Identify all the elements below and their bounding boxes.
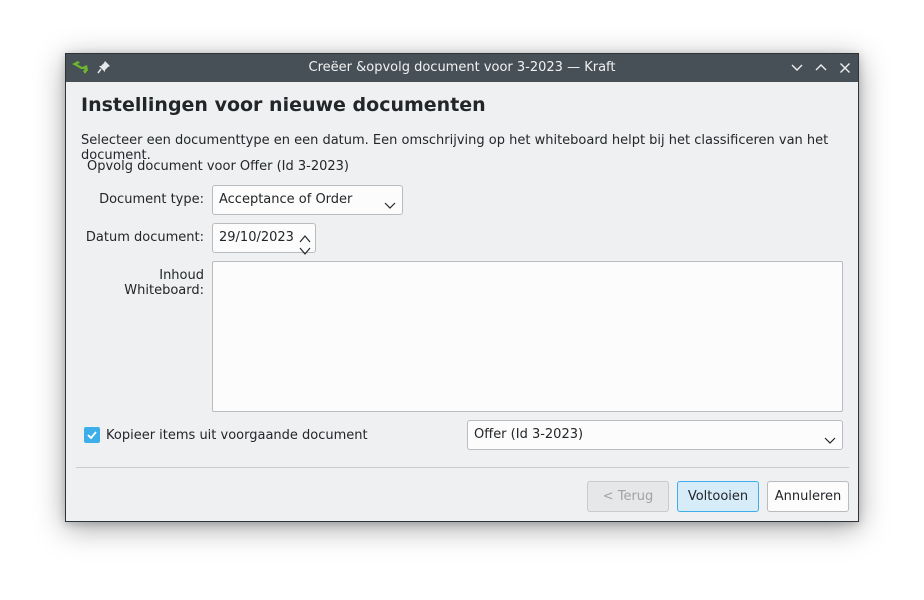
dialog-window: Creëer &opvolg document voor 3-2023 — Kr… [65,53,859,522]
separator [76,467,849,468]
back-button[interactable]: < Terug [587,481,669,512]
date-value: 29/10/2023 [219,230,294,245]
finish-button[interactable]: Voltooien [677,481,759,512]
close-icon[interactable] [837,60,853,76]
copy-items-checkbox[interactable] [84,427,100,443]
title-bar[interactable]: Creëer &opvolg document voor 3-2023 — Kr… [66,54,858,82]
date-label: Datum document: [85,230,204,245]
chevron-down-icon[interactable] [299,239,311,255]
document-type-label: Document type: [99,192,204,207]
copy-items-label[interactable]: Kopieer items uit voorgaande document [106,428,368,443]
minimize-icon[interactable] [789,60,805,76]
cancel-button[interactable]: Annuleren [767,481,849,512]
maximize-icon[interactable] [813,60,829,76]
previous-document-select[interactable]: Offer (Id 3-2023) [467,420,843,450]
whiteboard-label: Inhoud Whiteboard: [124,268,204,298]
whiteboard-textarea[interactable] [212,261,843,412]
chevron-down-icon [384,194,396,209]
previous-document-value: Offer (Id 3-2023) [474,427,584,442]
window-title: Creëer &opvolg document voor 3-2023 — Kr… [308,60,616,75]
date-field[interactable]: 29/10/2023 [212,223,316,255]
document-type-select[interactable]: Acceptance of Order [212,185,403,215]
dialog-subtitle: Opvolg document voor Offer (Id 3-2023) [87,159,349,174]
page-title: Instellingen voor nieuwe documenten [81,94,486,116]
checkmark-icon [87,431,97,440]
chevron-up-icon[interactable] [299,227,311,243]
chevron-down-icon [824,429,836,444]
document-type-value: Acceptance of Order [219,192,353,207]
